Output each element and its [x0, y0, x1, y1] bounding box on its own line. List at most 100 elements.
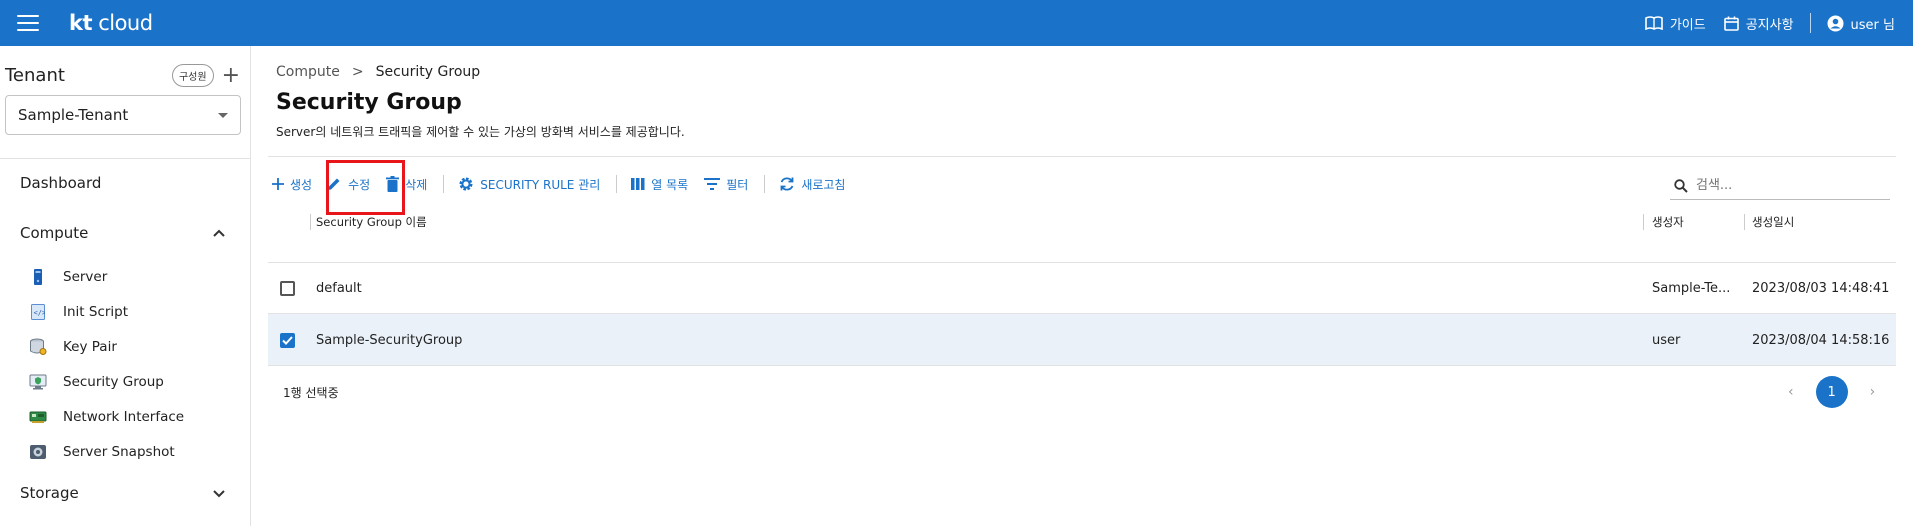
toolbar-separator [443, 175, 445, 193]
pagination: ‹ 1 › [1788, 376, 1875, 408]
tenant-select-value: Sample-Tenant [18, 106, 129, 124]
key-pair-icon [28, 338, 48, 356]
create-label: 생성 [290, 177, 313, 192]
refresh-icon [780, 177, 794, 191]
sidebar-item-label: Server [63, 269, 108, 285]
table-row-selected[interactable]: Sample-SecurityGroup user 2023/08/04 14:… [268, 314, 1896, 366]
column-divider [1744, 214, 1745, 230]
edit-highlight-box [326, 160, 405, 215]
sidebar: Tenant 구성원 + Sample-Tenant Dashboard Com… [0, 46, 251, 526]
top-bar: kt cloud 가이드 공지사항 user 님 [0, 0, 1913, 46]
logo-kt-text: kt [69, 11, 93, 35]
row-checkbox-checked[interactable] [280, 332, 295, 348]
breadcrumb-separator: > [351, 64, 364, 80]
plus-icon [272, 178, 284, 190]
header-created-at[interactable]: 생성일시 [1752, 213, 1794, 231]
security-rule-button[interactable]: SECURITY RULE 관리 [458, 176, 600, 193]
sidebar-item-key-pair[interactable]: Key Pair [28, 338, 117, 356]
header-creator[interactable]: 생성자 [1652, 213, 1684, 231]
prev-page-icon[interactable]: ‹ [1788, 384, 1794, 400]
tenant-select[interactable]: Sample-Tenant [5, 95, 241, 135]
toolbar-separator [764, 175, 766, 193]
calendar-icon [1723, 16, 1739, 31]
columns-icon [631, 178, 645, 190]
chevron-up-icon[interactable] [212, 228, 226, 238]
filter-button[interactable]: 필터 [704, 176, 748, 193]
network-interface-icon [28, 408, 48, 426]
sidebar-item-label: Key Pair [63, 339, 117, 355]
menu-icon[interactable] [17, 15, 39, 31]
sidebar-item-network-interface[interactable]: Network Interface [28, 408, 184, 426]
sidebar-item-security-group[interactable]: Security Group [28, 373, 164, 391]
notice-link[interactable]: 공지사항 [1723, 14, 1794, 33]
nav-dashboard[interactable]: Dashboard [20, 174, 101, 192]
breadcrumb: Compute > Security Group [276, 64, 480, 80]
search-icon [1674, 178, 1688, 193]
chevron-down-icon[interactable] [212, 489, 226, 499]
sidebar-item-server-snapshot[interactable]: Server Snapshot [28, 443, 175, 461]
member-button[interactable]: 구성원 [171, 64, 214, 87]
logo-cloud-text: cloud [98, 11, 153, 35]
page-1-button[interactable]: 1 [1815, 376, 1848, 408]
server-icon [28, 268, 48, 286]
tenant-title: Tenant [5, 65, 65, 86]
nav-compute[interactable]: Compute [20, 224, 88, 242]
svg-text:</>: </> [34, 309, 46, 317]
row-name: Sample-SecurityGroup [316, 332, 463, 348]
toolbar-divider [268, 156, 1896, 157]
book-icon [1645, 16, 1663, 30]
breadcrumb-compute[interactable]: Compute [276, 64, 340, 80]
sidebar-divider [0, 158, 251, 159]
column-divider [1643, 214, 1644, 230]
selection-count: 1행 선택중 [283, 386, 339, 400]
add-tenant-icon[interactable]: + [222, 64, 240, 87]
security-rule-label: SECURITY RULE 관리 [480, 177, 601, 192]
user-account-icon [1827, 15, 1844, 31]
nav-storage[interactable]: Storage [20, 484, 79, 502]
sidebar-item-init-script[interactable]: </> Init Script [28, 303, 128, 321]
filter-icon [704, 178, 721, 190]
sidebar-item-label: Security Group [63, 374, 164, 390]
row-name: default [316, 280, 362, 296]
search-input[interactable] [1696, 178, 1866, 193]
dropdown-arrow-icon [218, 112, 228, 118]
kt-cloud-logo[interactable]: kt cloud [69, 11, 153, 35]
notice-label: 공지사항 [1745, 17, 1794, 33]
sidebar-item-server[interactable]: Server [28, 268, 107, 286]
guide-label: 가이드 [1669, 17, 1706, 33]
refresh-button[interactable]: 새로고침 [779, 176, 845, 193]
user-label: user 님 [1850, 17, 1895, 33]
row-created-at: 2023/08/04 14:58:16 [1752, 332, 1890, 348]
sidebar-item-label: Server Snapshot [63, 444, 175, 460]
create-button[interactable]: 생성 [272, 176, 312, 193]
columns-label: 열 목록 [651, 177, 689, 192]
snapshot-icon [28, 443, 48, 461]
columns-button[interactable]: 열 목록 [631, 176, 688, 193]
script-icon: </> [28, 303, 48, 321]
delete-label: 삭제 [405, 177, 428, 192]
row-creator: Sample-Te... [1652, 280, 1731, 296]
next-page-icon[interactable]: › [1870, 384, 1876, 400]
page-description: Server의 네트워크 트래픽을 제어할 수 있는 가상의 방화벽 서비스를 … [276, 125, 685, 139]
table-header: Security Group 이름 생성자 생성일시 [268, 213, 1896, 263]
gear-icon [459, 177, 473, 191]
column-divider [310, 214, 311, 230]
table-row[interactable]: default Sample-Te... 2023/08/03 14:48:41 [268, 262, 1896, 314]
user-menu[interactable]: user 님 [1827, 14, 1895, 33]
refresh-label: 새로고침 [801, 177, 846, 192]
topbar-divider [1809, 13, 1811, 33]
row-creator: user [1652, 332, 1681, 348]
page-title: Security Group [276, 90, 462, 115]
breadcrumb-current: Security Group [375, 64, 481, 80]
main-content: Compute > Security Group Security Group … [252, 46, 1913, 526]
row-checkbox[interactable] [280, 280, 295, 296]
filter-label: 필터 [726, 177, 749, 192]
row-created-at: 2023/08/03 14:48:41 [1752, 280, 1890, 296]
security-group-icon [28, 373, 48, 391]
header-name[interactable]: Security Group 이름 [316, 213, 427, 231]
check-icon [282, 335, 293, 345]
guide-link[interactable]: 가이드 [1645, 14, 1706, 33]
toolbar-separator [616, 175, 618, 193]
search-box[interactable] [1670, 172, 1890, 200]
sidebar-item-label: Init Script [63, 304, 129, 320]
